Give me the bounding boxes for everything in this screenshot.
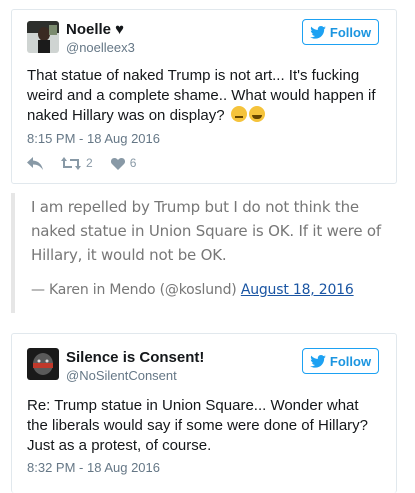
tweet-text-line: That statue of naked Trump is not art...… xyxy=(27,67,360,84)
quote-attribution: — Karen in Mendo (@koslund) August 18, 2… xyxy=(31,282,391,298)
like-count: 6 xyxy=(129,156,137,170)
follow-label: Follow xyxy=(329,24,372,40)
tweet-text-line: naked Hillary was on display? xyxy=(27,106,383,126)
tweet-text: Re: Trump statue in Union Square... Wond… xyxy=(27,396,383,456)
tweet-actions: 2 6 xyxy=(27,156,154,170)
twitter-bird-icon xyxy=(310,25,326,39)
timestamp[interactable]: 8:15 PM - 18 Aug 2016 xyxy=(27,131,160,146)
user-handle[interactable]: @noelleex3 xyxy=(66,40,135,55)
timestamp[interactable]: 8:32 PM - 18 Aug 2016 xyxy=(27,460,160,475)
quote-line: naked statue in Union Square is OK. If i… xyxy=(31,222,381,240)
tweet-text-line: the liberals would say if some were done… xyxy=(27,417,368,434)
quote-line: I am repelled by Trump but I do not thin… xyxy=(31,198,359,216)
user-handle[interactable]: @NoSilentConsent xyxy=(66,368,177,383)
retweet-icon xyxy=(61,156,81,170)
heart-icon xyxy=(110,157,125,170)
attribution-author: — Karen in Mendo (@koslund) xyxy=(31,282,237,298)
reply-button[interactable] xyxy=(27,156,43,170)
tweet-text-line: weird and a complete shame.. What would … xyxy=(27,87,376,104)
display-name[interactable]: Silence is Consent! xyxy=(66,349,204,366)
tweet-text-line: Re: Trump statue in Union Square... Wond… xyxy=(27,397,359,414)
retweet-button[interactable]: 2 xyxy=(61,156,93,170)
blockquote: I am repelled by Trump but I do not thin… xyxy=(11,193,391,313)
tweet-text: That statue of naked Trump is not art...… xyxy=(27,66,383,126)
tweet-text-segment: naked Hillary was on display? xyxy=(27,107,225,124)
follow-button[interactable]: Follow xyxy=(302,19,379,45)
thinking-face-icon xyxy=(230,106,247,122)
avatar[interactable] xyxy=(27,21,59,53)
retweet-count: 2 xyxy=(86,156,93,170)
twitter-bird-icon xyxy=(310,354,326,368)
quote-line: Hillary, it would not be OK. xyxy=(31,246,227,264)
display-name[interactable]: Noelle ♥ xyxy=(66,21,124,38)
like-button[interactable]: 6 xyxy=(110,156,137,170)
tears-of-joy-icon xyxy=(248,106,265,122)
follow-button[interactable]: Follow xyxy=(302,348,379,374)
tweet-card: Silence is Consent! @NoSilentConsent Fol… xyxy=(11,333,397,493)
follow-label: Follow xyxy=(329,353,372,369)
date-link[interactable]: August 18, 2016 xyxy=(241,282,354,298)
reply-icon xyxy=(27,156,43,170)
quote-text: I am repelled by Trump but I do not thin… xyxy=(31,195,391,267)
tweet-text-line: Just as a protest, of course. xyxy=(27,437,212,454)
avatar[interactable] xyxy=(27,348,59,380)
tweet-card: Noelle ♥ @noelleex3 Follow That statue o… xyxy=(11,9,397,184)
